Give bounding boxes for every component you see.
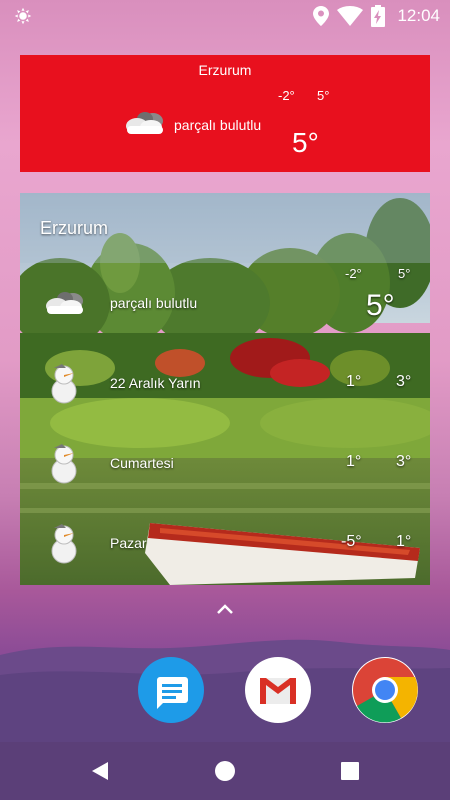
navigation-bar: [0, 742, 450, 800]
today-low-temp: -2°: [345, 266, 362, 281]
chevron-up-icon[interactable]: [213, 600, 237, 618]
forecast-high-temp: 3°: [396, 373, 412, 390]
snowman-icon: [51, 364, 77, 404]
snowman-icon: [51, 524, 77, 564]
location-icon: [313, 6, 330, 26]
partly-cloudy-icon: [126, 112, 163, 134]
low-temp: -2°: [278, 88, 295, 103]
partly-cloudy-icon: [46, 292, 83, 314]
condition-text: parçalı bulutlu: [174, 117, 262, 133]
weather-widget-photo[interactable]: Erzurum -2° 5° parçalı bulutlu 5° 22 Ara…: [20, 193, 430, 585]
current-temp: 5°: [292, 127, 319, 158]
forecast-day-label: 22 Aralık Yarın: [110, 375, 201, 391]
messages-app-icon[interactable]: [138, 657, 204, 723]
forecast-day-label: Cumartesi: [110, 455, 174, 471]
forecast-high-temp: 1°: [396, 533, 412, 550]
snowman-icon: [51, 444, 77, 484]
battery-charging-icon: [371, 5, 386, 27]
forecast-high-temp: 3°: [396, 453, 412, 470]
chrome-app-icon[interactable]: [352, 657, 418, 723]
weather-widget-red[interactable]: Erzurum -2° 5° parçalı bulutlu 5°: [20, 55, 430, 172]
widget-city: Erzurum: [40, 218, 109, 238]
wifi-icon: [337, 6, 364, 26]
back-button[interactable]: [88, 759, 112, 783]
forecast-low-temp: -5°: [341, 533, 362, 550]
home-button[interactable]: [213, 759, 237, 783]
brightness-icon: [14, 7, 32, 25]
today-current-temp: 5°: [366, 289, 395, 322]
status-bar: 12:04: [0, 0, 450, 32]
dock: [0, 630, 450, 750]
today-high-temp: 5°: [398, 266, 411, 281]
clock: 12:04: [397, 6, 440, 25]
high-temp: 5°: [317, 88, 330, 103]
today-condition: parçalı bulutlu: [110, 295, 198, 311]
forecast-day-label: Pazar: [110, 535, 147, 551]
forecast-low-temp: 1°: [346, 453, 362, 470]
forecast-low-temp: 1°: [346, 373, 362, 390]
widget-city: Erzurum: [198, 62, 252, 78]
recents-button[interactable]: [338, 759, 362, 783]
gmail-app-icon[interactable]: [245, 657, 311, 723]
